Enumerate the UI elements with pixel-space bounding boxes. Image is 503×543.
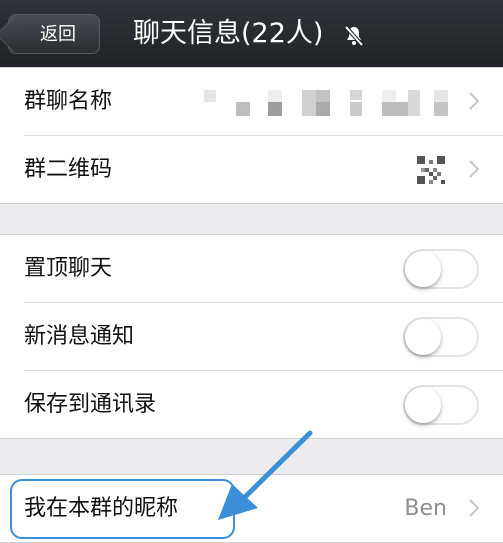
navigation-bar: 返回 聊天信息(22人) (0, 0, 503, 73)
highlight-box (10, 479, 235, 539)
chevron-right-icon (469, 499, 479, 517)
annotation-arrow (218, 430, 313, 520)
back-button[interactable]: 返回 (8, 14, 100, 54)
chat-settings-section: 置顶聊天 新消息通知 保存到通讯录 (0, 234, 503, 439)
toggle-knob (405, 387, 441, 423)
page-title: 聊天信息(22人) (133, 18, 324, 49)
pin-chat-toggle[interactable] (403, 249, 479, 289)
chevron-right-icon (469, 160, 479, 178)
pixelated-group-name (204, 90, 448, 116)
row-label: 群二维码 (24, 157, 113, 182)
row-label: 置顶聊天 (24, 256, 113, 281)
toggle-knob (405, 319, 441, 355)
row-new-message-notify: 新消息通知 (24, 303, 503, 371)
save-contacts-toggle[interactable] (403, 385, 479, 425)
bell-slash-icon (344, 25, 364, 47)
nickname-value: Ben (404, 496, 447, 521)
row-label: 群聊名称 (24, 89, 113, 114)
notify-toggle[interactable] (403, 317, 479, 357)
row-label: 新消息通知 (24, 324, 135, 349)
chevron-right-icon (469, 92, 479, 110)
row-group-qr-code[interactable]: 群二维码 (24, 136, 503, 203)
back-button-label: 返回 (40, 24, 76, 45)
toggle-knob (405, 251, 441, 287)
row-group-name[interactable]: 群聊名称 (24, 68, 503, 136)
group-info-section: 群聊名称 群二维码 (0, 67, 503, 204)
row-label: 保存到通讯录 (24, 392, 157, 417)
row-pin-chat: 置顶聊天 (24, 235, 503, 303)
qr-code-icon (417, 156, 445, 184)
